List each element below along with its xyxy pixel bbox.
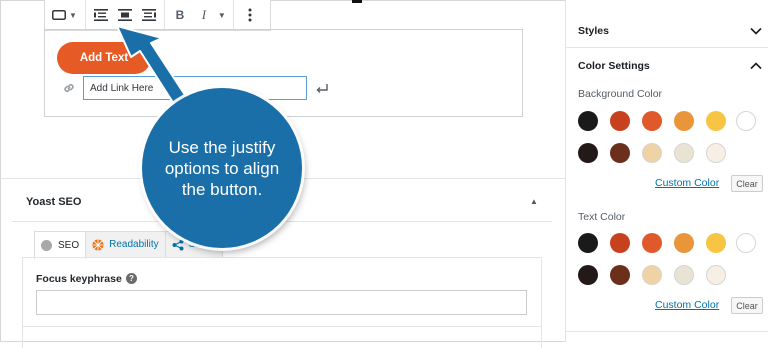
text-color-label: Text Color [578,211,626,223]
text-custom-color-link[interactable]: Custom Color [655,299,719,311]
styles-panel-title[interactable]: Styles [578,25,609,37]
background-color-swatch-6[interactable] [736,111,756,131]
background-color-swatch-2[interactable] [610,111,630,131]
tab-readability-label: Readability [109,239,159,250]
callout-text: Use the justify options to align the but… [164,137,280,199]
background-color-swatch-3[interactable] [642,111,662,131]
sidebar-divider [566,331,768,332]
callout-bubble: Use the justify options to align the but… [142,88,302,248]
text-clear-button[interactable]: Clear [731,297,763,314]
more-rich-text-icon[interactable]: ▼ [218,11,226,20]
options-group [234,0,266,30]
text-color-swatch-5[interactable] [706,233,726,253]
alignment-group [86,0,165,30]
focus-keyphrase-input[interactable] [36,290,527,315]
help-icon[interactable]: ? [126,273,137,284]
text-color-swatch-8[interactable] [610,265,630,285]
button-block-icon[interactable] [49,3,69,27]
text-color-swatch-11[interactable] [706,265,726,285]
text-color-swatch-4[interactable] [674,233,694,253]
seo-panel-divider [23,326,541,327]
text-color-swatch-1[interactable] [578,233,598,253]
chevron-down-icon[interactable]: ▼ [69,11,77,20]
block-button[interactable]: Add Text [57,42,151,74]
seo-panel: Focus keyphrase ? [22,257,542,348]
text-color-swatch-7[interactable] [578,265,598,285]
yoast-divider [12,221,552,222]
text-color-swatch-10[interactable] [674,265,694,285]
align-center-icon[interactable] [113,3,137,27]
italic-button[interactable]: I [192,3,216,27]
background-color-swatch-7[interactable] [578,143,598,163]
background-color-swatch-11[interactable] [706,143,726,163]
block-toolbar: ▼ B I ▼ [44,0,271,31]
bold-button[interactable]: B [168,3,192,27]
yoast-title[interactable]: Yoast SEO [26,196,81,208]
background-color-swatch-10[interactable] [674,143,694,163]
collapse-up-icon[interactable]: ▲ [530,197,538,206]
background-color-swatch-4[interactable] [674,111,694,131]
background-color-swatch-8[interactable] [610,143,630,163]
sidebar-divider [566,47,768,48]
link-icon [64,84,74,92]
seo-score-dot-icon [41,240,52,251]
tab-seo-label: SEO [58,240,80,251]
readability-icon [92,239,104,250]
color-settings-title[interactable]: Color Settings [578,60,650,72]
chevron-up-icon[interactable] [750,62,762,70]
background-color-swatch-5[interactable] [706,111,726,131]
text-color-swatch-9[interactable] [642,265,662,285]
chevron-down-icon[interactable] [750,27,762,35]
background-color-label: Background Color [578,88,663,100]
scroll-marker [352,0,362,3]
tab-seo[interactable]: SEO [34,231,87,259]
align-left-icon[interactable] [89,3,113,27]
background-color-swatch-1[interactable] [578,111,598,131]
settings-sidebar: Styles Color Settings Background Color C… [565,0,768,342]
text-color-swatch-6[interactable] [736,233,756,253]
text-color-swatch-2[interactable] [610,233,630,253]
block-switcher-group: ▼ [45,0,86,30]
focus-keyphrase-label: Focus keyphrase [36,273,122,285]
text-color-swatch-3[interactable] [642,233,662,253]
more-options-icon[interactable] [238,3,262,27]
background-clear-button[interactable]: Clear [731,175,763,192]
apply-link-icon[interactable] [316,84,328,94]
button-block[interactable]: Add Text Add Link Here [44,29,523,117]
tab-readability[interactable]: Readability [85,231,166,257]
format-group: B I ▼ [165,0,234,30]
background-color-swatch-9[interactable] [642,143,662,163]
background-custom-color-link[interactable]: Custom Color [655,177,719,189]
share-icon [172,239,184,250]
align-right-icon[interactable] [137,3,161,27]
